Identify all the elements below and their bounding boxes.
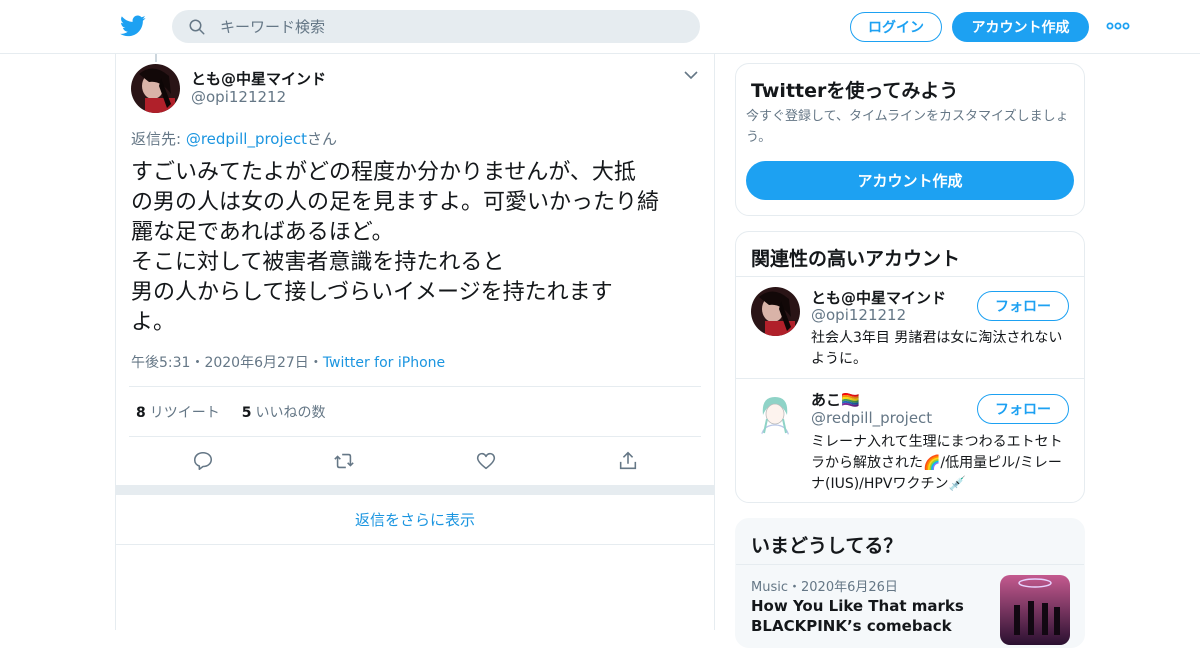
account-name[interactable]: とも@中星マインド: [811, 287, 946, 308]
like-stat[interactable]: 5 いいねの数: [242, 402, 326, 422]
meta-separator: ・: [190, 355, 205, 371]
share-icon[interactable]: [617, 450, 639, 472]
trend-meta: Music・2020年6月26日: [751, 576, 898, 595]
signup-card-button[interactable]: アカウント作成: [746, 161, 1074, 200]
signup-card-subtitle: 今すぐ登録して、タイムラインをカスタマイズしましょう。: [746, 109, 1069, 145]
top-navigation-bar: ログイン アカウント作成: [0, 0, 1200, 54]
reply-icon[interactable]: [192, 450, 214, 472]
trend-thumbnail[interactable]: [1000, 575, 1070, 645]
tweet-source[interactable]: Twitter for iPhone: [323, 355, 445, 371]
divider: [736, 276, 1084, 277]
reply-prefix: 返信先:: [131, 130, 186, 148]
trends-title: いまどうしてる？: [751, 535, 903, 557]
retweet-count: 8: [136, 405, 146, 421]
reply-context: 返信先: @redpill_projectさん: [131, 128, 337, 149]
twitter-bird-icon[interactable]: [120, 13, 146, 39]
reply-suffix: さん: [307, 130, 338, 148]
account-bio: 社会人3年目 男諸君は女に淘汰されないように。: [811, 330, 1063, 367]
tweet-meta: 午後5:31・2020年6月27日・Twitter for iPhone: [131, 352, 445, 372]
tweet-column: とも@中星マインド @opi121212 返信先: @redpill_proje…: [115, 54, 715, 630]
avatar[interactable]: [751, 389, 800, 438]
like-label: いいねの数: [255, 405, 326, 421]
divider: [736, 564, 1084, 565]
trend-category: Music: [751, 580, 788, 595]
search-icon: [189, 19, 205, 34]
divider: [129, 386, 701, 387]
signup-card: Twitterを使ってみよう 今すぐ登録して、タイムラインをカスタマイズしましょ…: [735, 63, 1085, 216]
account-handle[interactable]: @redpill_project: [811, 409, 932, 427]
tweet-date[interactable]: 2020年6月27日: [204, 355, 308, 371]
login-button[interactable]: ログイン: [850, 12, 942, 42]
trend-date: 2020年6月26日: [801, 580, 898, 595]
tweet-stats: 8 リツイート 5 いいねの数: [136, 402, 326, 422]
chevron-down-icon[interactable]: [684, 70, 698, 80]
account-bio: ミレーナ入れて生理にまつわるエトセトラから解放された🌈/低用量ピル/ミレーナ(I…: [811, 434, 1063, 492]
account-handle[interactable]: @opi121212: [811, 306, 906, 324]
thread-connector: [155, 54, 157, 62]
avatar[interactable]: [131, 64, 180, 113]
account-name[interactable]: あこ🏳️‍🌈: [811, 389, 860, 410]
author-name[interactable]: とも@中星マインド: [191, 68, 326, 89]
trends-card: いまどうしてる？ Music・2020年6月26日 How You Like T…: [735, 518, 1085, 648]
search-box[interactable]: [172, 10, 700, 43]
tweet-time[interactable]: 午後5:31: [131, 355, 190, 371]
heart-icon[interactable]: [475, 450, 497, 472]
tweet-text: すごいみてたよがどの程度か分かりませんが、大抵 の男の人は女の人の足を見ますよ。…: [131, 160, 660, 335]
retweet-icon[interactable]: [333, 450, 355, 472]
retweet-stat[interactable]: 8 リツイート: [136, 402, 220, 422]
author-handle[interactable]: @opi121212: [191, 88, 286, 106]
retweet-label: リツイート: [149, 405, 220, 421]
avatar[interactable]: [751, 287, 800, 336]
follow-button[interactable]: フォロー: [977, 394, 1069, 424]
trend-separator: ・: [788, 580, 802, 595]
follow-button[interactable]: フォロー: [977, 291, 1069, 321]
divider: [129, 436, 701, 437]
reply-to-link[interactable]: @redpill_project: [186, 130, 307, 148]
signup-button[interactable]: アカウント作成: [952, 12, 1089, 42]
related-accounts-card: 関連性の高いアカウント とも@中星マインド @opi121212 フォロー 社会…: [735, 231, 1085, 503]
more-dots-icon[interactable]: [1106, 18, 1130, 34]
meta-separator: ・: [308, 355, 323, 371]
trend-title[interactable]: How You Like That marks BLACKPINK’s come…: [751, 596, 981, 636]
show-more-replies-link[interactable]: 返信をさらに表示: [116, 495, 714, 545]
like-count: 5: [241, 405, 252, 421]
divider: [736, 378, 1084, 379]
section-separator: [116, 485, 714, 495]
search-input[interactable]: [220, 17, 680, 36]
